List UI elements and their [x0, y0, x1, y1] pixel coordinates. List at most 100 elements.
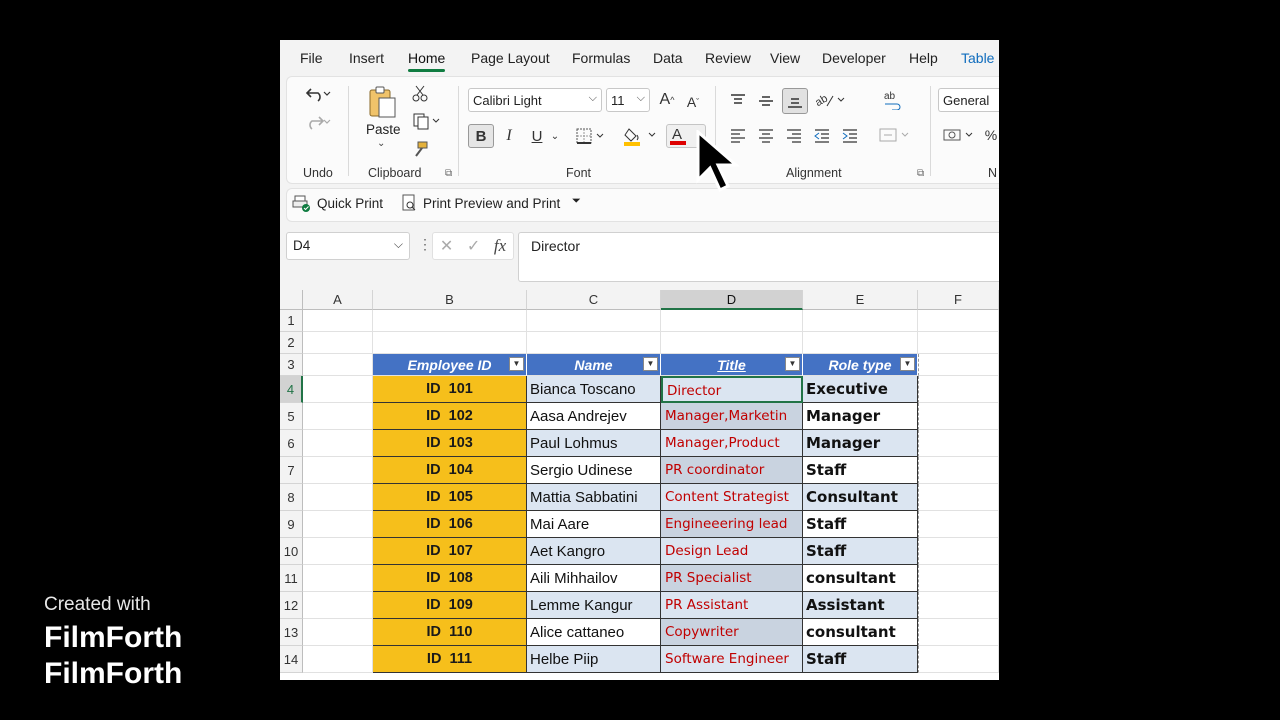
tab-home[interactable]: Home	[408, 50, 446, 72]
name-cell[interactable]: Bianca Toscano	[527, 376, 661, 403]
orientation-button[interactable]: ab	[812, 88, 848, 112]
tab-file[interactable]: File	[300, 50, 323, 66]
name-cell[interactable]: Sergio Udinese	[527, 457, 661, 484]
grid-cell[interactable]	[303, 565, 373, 592]
role-type-cell[interactable]: Executive	[803, 376, 918, 403]
row-header[interactable]: 7	[280, 457, 303, 484]
grid-cell[interactable]	[527, 332, 661, 354]
row-header[interactable]: 8	[280, 484, 303, 511]
dialog-launcher-icon[interactable]: ⧉	[917, 168, 924, 179]
chevron-down-icon[interactable]: ⌄	[377, 138, 385, 149]
grid-cell[interactable]	[303, 403, 373, 430]
title-cell[interactable]: PR Specialist	[661, 565, 803, 592]
grid-cell[interactable]	[918, 376, 999, 403]
quick-print-button[interactable]: Quick Print	[292, 194, 383, 212]
grid-cell[interactable]	[303, 376, 373, 403]
grid-cell[interactable]	[918, 646, 999, 673]
grid-cell[interactable]	[918, 430, 999, 457]
employee-id-cell[interactable]: ID 107	[373, 538, 527, 565]
name-cell[interactable]: Aili Mihhailov	[527, 565, 661, 592]
grid-cell[interactable]	[661, 332, 803, 354]
grid-cell[interactable]	[303, 430, 373, 457]
employee-id-cell[interactable]: ID 111	[373, 646, 527, 673]
filter-dropdown-icon[interactable]: ▼	[509, 357, 524, 371]
paste-button[interactable]	[364, 84, 400, 120]
title-cell[interactable]: Manager,Product	[661, 430, 803, 457]
underline-button[interactable]: U	[526, 124, 548, 148]
role-type-cell[interactable]: Staff	[803, 457, 918, 484]
tab-data[interactable]: Data	[653, 50, 683, 66]
grid-cell[interactable]	[661, 310, 803, 332]
grid-cell[interactable]	[918, 457, 999, 484]
title-cell[interactable]: Software Engineer	[661, 646, 803, 673]
row-header[interactable]: 1	[280, 310, 303, 332]
grid-cell[interactable]	[303, 457, 373, 484]
borders-button[interactable]	[574, 124, 608, 148]
role-type-cell[interactable]: Manager	[803, 430, 918, 457]
increase-indent-button[interactable]	[838, 124, 862, 146]
grid-cell[interactable]	[303, 619, 373, 646]
role-type-cell[interactable]: Staff	[803, 538, 918, 565]
grid-cell[interactable]	[303, 646, 373, 673]
wrap-text-button[interactable]: ab	[880, 88, 906, 112]
dialog-launcher-icon[interactable]: ⧉	[445, 168, 452, 179]
role-type-cell[interactable]: Assistant	[803, 592, 918, 619]
grid-cell[interactable]	[303, 592, 373, 619]
employee-id-cell[interactable]: ID 105	[373, 484, 527, 511]
tab-help[interactable]: Help	[909, 50, 938, 66]
copy-button[interactable]	[410, 110, 442, 132]
column-header-b[interactable]: B	[373, 290, 527, 310]
font-size-dropdown[interactable]: 11 ⌵	[606, 88, 650, 112]
redo-button[interactable]	[300, 110, 336, 134]
name-cell[interactable]: Paul Lohmus	[527, 430, 661, 457]
grid-cell[interactable]	[803, 332, 918, 354]
number-format-dropdown[interactable]: General	[938, 88, 999, 112]
grid-cell[interactable]	[918, 619, 999, 646]
employee-id-cell[interactable]: ID 101	[373, 376, 527, 403]
chevron-down-icon[interactable]: ⌄	[548, 126, 562, 146]
grid-cell[interactable]	[918, 310, 999, 332]
row-header[interactable]: 2	[280, 332, 303, 354]
grid-cell[interactable]	[527, 310, 661, 332]
title-header[interactable]: Title ▼	[661, 354, 803, 376]
print-preview-button[interactable]: Print Preview and Print	[400, 194, 560, 212]
title-cell[interactable]: Manager,Marketin	[661, 403, 803, 430]
increase-font-size-button[interactable]: A ^	[656, 90, 678, 110]
column-header-c[interactable]: C	[527, 290, 661, 310]
tab-review[interactable]: Review	[705, 50, 751, 66]
name-header[interactable]: Name ▼	[527, 354, 661, 376]
grid-cell[interactable]	[918, 332, 999, 354]
column-header-f[interactable]: F	[918, 290, 999, 310]
select-all-corner[interactable]	[280, 290, 303, 310]
employee-id-cell[interactable]: ID 106	[373, 511, 527, 538]
filter-dropdown-icon[interactable]: ▼	[643, 357, 658, 371]
grid-cell[interactable]	[373, 332, 527, 354]
tab-table[interactable]: Table	[961, 50, 994, 66]
filter-dropdown-icon[interactable]: ▼	[785, 357, 800, 371]
format-painter-button[interactable]	[410, 138, 430, 160]
name-cell[interactable]: Aet Kangro	[527, 538, 661, 565]
tab-page-layout[interactable]: Page Layout	[471, 50, 550, 66]
name-cell[interactable]: Aasa Andrejev	[527, 403, 661, 430]
filter-dropdown-icon[interactable]: ▼	[900, 357, 915, 371]
merge-center-button[interactable]	[878, 124, 912, 146]
grid-cell[interactable]	[303, 310, 373, 332]
tab-developer[interactable]: Developer	[822, 50, 886, 66]
title-cell[interactable]: Director	[661, 376, 803, 403]
title-cell[interactable]: PR coordinator	[661, 457, 803, 484]
bottom-align-button[interactable]	[782, 88, 808, 114]
name-cell[interactable]: Helbe Piip	[527, 646, 661, 673]
grid-cell[interactable]	[918, 403, 999, 430]
tab-insert[interactable]: Insert	[349, 50, 384, 66]
name-box[interactable]: D4 ⌵	[286, 232, 410, 260]
role-type-cell[interactable]: Staff	[803, 511, 918, 538]
fill-color-button[interactable]	[622, 124, 660, 148]
more-options-icon[interactable]: ⋮	[418, 236, 432, 253]
italic-button[interactable]: I	[498, 124, 520, 148]
grid-cell[interactable]	[303, 511, 373, 538]
grid-cell[interactable]	[918, 511, 999, 538]
name-cell[interactable]: Lemme Kangur	[527, 592, 661, 619]
title-cell[interactable]: Copywriter	[661, 619, 803, 646]
grid-cell[interactable]	[918, 565, 999, 592]
align-center-button[interactable]	[754, 124, 778, 146]
